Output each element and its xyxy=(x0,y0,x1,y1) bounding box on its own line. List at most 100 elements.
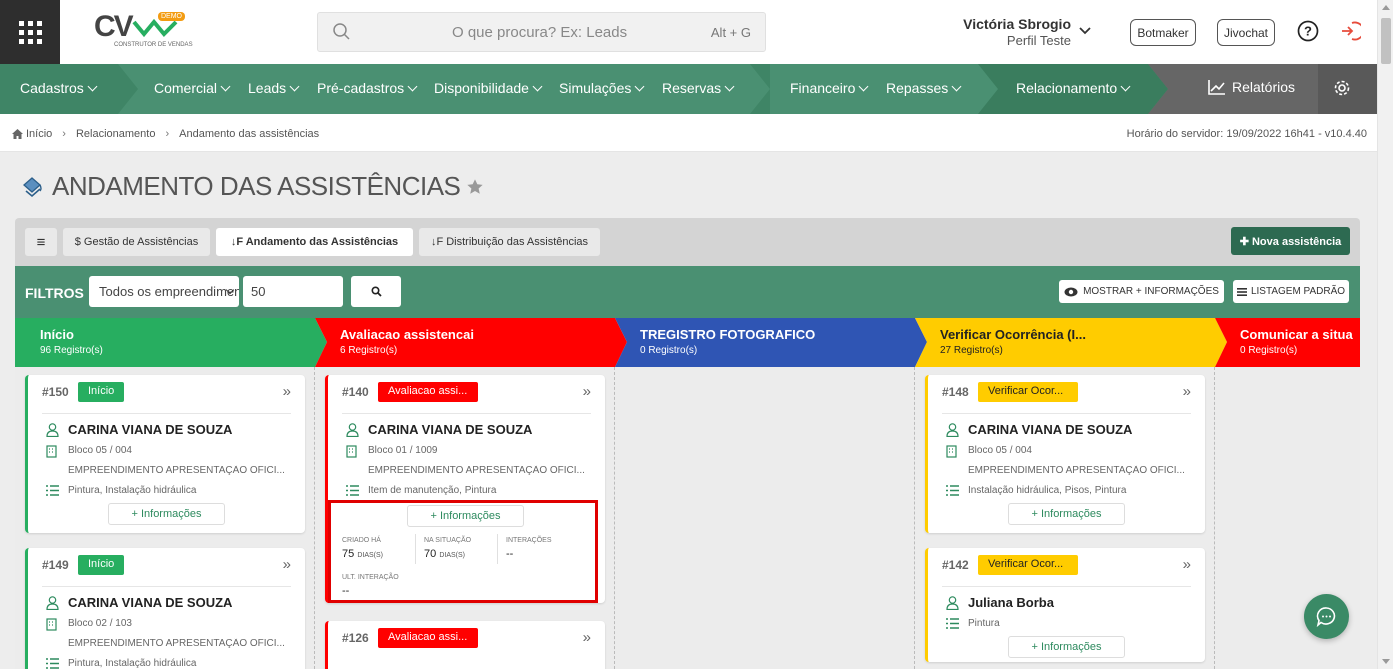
items-text: Pintura xyxy=(968,618,1000,629)
jivochat-button[interactable]: Jivochat xyxy=(1217,19,1275,46)
scroll-thumb[interactable] xyxy=(1381,18,1391,64)
status-badge: Verificar Ocor... xyxy=(978,382,1078,402)
card-number: #126 xyxy=(342,631,369,645)
nav-relacionamento[interactable]: Relacionamento xyxy=(1016,80,1131,96)
enterprise-select-value: Todos os empreendimentos xyxy=(99,284,239,299)
tab-andamento[interactable]: ↓F Andamento das Assistências xyxy=(216,228,413,256)
search-icon xyxy=(333,23,350,40)
help-icon[interactable]: ? xyxy=(1297,20,1319,42)
list-icon xyxy=(946,485,959,496)
items-text: Pintura, Instalação hidráulica xyxy=(68,485,197,496)
quantity-input[interactable]: 50 xyxy=(243,276,343,307)
nav-disponibilidade[interactable]: Disponibilidade xyxy=(434,80,543,96)
breadcrumb-home[interactable]: Início xyxy=(26,128,52,140)
top-header: CV DEMO CONSTRUTOR DE VENDAS O que procu… xyxy=(0,0,1377,64)
nav-repasses[interactable]: Repasses xyxy=(886,80,962,96)
created-value: 75 DIAS(S) xyxy=(342,548,383,560)
items-text: Pintura, Instalação hidráulica xyxy=(68,658,197,669)
default-list-button[interactable]: LISTAGEM PADRÃO xyxy=(1233,280,1349,303)
expand-icon[interactable]: » xyxy=(1183,383,1191,400)
nav-cadastros[interactable]: Cadastros xyxy=(20,80,98,96)
show-info-button[interactable]: MOSTRAR + INFORMAÇÕES xyxy=(1059,280,1224,303)
apps-menu-icon[interactable] xyxy=(0,0,60,64)
chevron-down-icon xyxy=(220,81,231,92)
scroll-up-icon[interactable] xyxy=(1382,5,1390,10)
assistance-card[interactable]: #142 Verificar Ocor... » Juliana Borba P… xyxy=(925,548,1205,662)
nav-label: Cadastros xyxy=(20,80,84,96)
nav-relatorios[interactable]: Relatórios xyxy=(1208,79,1295,95)
chevron-down-icon xyxy=(951,81,962,92)
nav-label: Relacionamento xyxy=(1016,80,1118,96)
more-info-button[interactable]: + Informações xyxy=(108,503,225,525)
star-icon[interactable] xyxy=(466,178,484,196)
tab-distribuicao[interactable]: ↓F Distribuição das Assistências xyxy=(419,228,600,256)
enterprise-text: EMPREENDIMENTO APRESENTAÇÃO OFICI... xyxy=(68,638,285,649)
created-label: CRIADO HÁ xyxy=(342,537,381,544)
expand-icon[interactable]: » xyxy=(583,629,591,646)
user-profile: Perfil Teste xyxy=(1006,33,1071,48)
divider xyxy=(42,586,291,587)
main-nav: Cadastros Comercial Leads Pré-cadastros … xyxy=(0,64,1377,114)
column-count: 6 Registro(s) xyxy=(340,345,398,356)
user-icon xyxy=(946,423,959,437)
expand-icon[interactable]: » xyxy=(1183,556,1191,573)
chevron-down-icon[interactable] xyxy=(1079,26,1091,36)
status-badge: Avaliacao assi... xyxy=(378,382,478,402)
nav-reservas[interactable]: Reservas xyxy=(662,80,735,96)
search-box[interactable]: O que procura? Ex: Leads Alt + G xyxy=(317,12,766,52)
expand-icon[interactable]: » xyxy=(283,556,291,573)
breadcrumb-separator: › xyxy=(62,128,66,140)
svg-text:?: ? xyxy=(1304,24,1312,39)
status-time-unit: DIAS(S) xyxy=(439,552,465,559)
search-button[interactable] xyxy=(351,276,401,307)
filters-bar: FILTROS Todos os empreendimentos 50 MOST… xyxy=(15,266,1360,318)
unit-text: Bloco 05 / 004 xyxy=(68,445,132,456)
assistance-card[interactable]: #148 Verificar Ocor... » CARINA VIANA DE… xyxy=(925,375,1205,533)
items-text: Item de manutenção, Pintura xyxy=(368,485,497,496)
column-inicio: #150 Início » CARINA VIANA DE SOUZA Bloc… xyxy=(15,367,315,669)
search-placeholder: O que procura? Ex: Leads xyxy=(452,24,628,41)
enterprise-select[interactable]: Todos os empreendimentos xyxy=(89,276,239,307)
breadcrumb-relacionamento[interactable]: Relacionamento xyxy=(76,128,156,140)
nav-leads[interactable]: Leads xyxy=(248,80,300,96)
page-scrollbar[interactable] xyxy=(1377,0,1393,669)
logo[interactable]: CV DEMO CONSTRUTOR DE VENDAS xyxy=(92,10,193,50)
botmaker-button[interactable]: Botmaker xyxy=(1130,19,1196,46)
more-info-button[interactable]: + Informações xyxy=(1008,503,1125,525)
column-title: Verificar Ocorrência (I... xyxy=(940,327,1086,342)
nav-financeiro[interactable]: Financeiro xyxy=(790,80,869,96)
nav-pre-cadastros[interactable]: Pré-cadastros xyxy=(317,80,418,96)
tab-gestao[interactable]: $ Gestão de Assistências xyxy=(63,228,210,256)
assistance-card[interactable]: #150 Início » CARINA VIANA DE SOUZA Bloc… xyxy=(25,375,305,533)
nav-simulacoes[interactable]: Simulações xyxy=(559,80,645,96)
user-icon xyxy=(346,423,359,437)
chat-button[interactable] xyxy=(1304,594,1349,639)
logout-icon[interactable] xyxy=(1339,20,1361,42)
user-icon xyxy=(946,596,959,610)
home-icon xyxy=(12,129,23,139)
client-name: CARINA VIANA DE SOUZA xyxy=(68,595,233,610)
scroll-down-icon[interactable] xyxy=(1382,659,1390,664)
chat-bubble-icon xyxy=(1316,607,1336,627)
assistance-card[interactable]: #149 Início » CARINA VIANA DE SOUZA Bloc… xyxy=(25,548,305,669)
column-title: TREGISTRO FOTOGRAFICO xyxy=(640,327,816,342)
page-title: ANDAMENTO DAS ASSISTÊNCIAS xyxy=(52,171,461,201)
card-number: #140 xyxy=(342,385,369,399)
server-time: Horário do servidor: 19/09/2022 16h41 - … xyxy=(1126,128,1367,140)
nav-comercial[interactable]: Comercial xyxy=(154,80,231,96)
new-assistance-button[interactable]: ✚ Nova assistência xyxy=(1231,227,1350,255)
column-header-avaliacao: Avaliacao assistencai 6 Registro(s) xyxy=(315,318,635,367)
expand-icon[interactable]: » xyxy=(283,383,291,400)
nav-label: Financeiro xyxy=(790,80,856,96)
list-icon xyxy=(946,618,959,629)
status-badge: Início xyxy=(78,382,125,402)
more-info-button[interactable]: + Informações xyxy=(1008,636,1125,658)
gear-icon[interactable] xyxy=(1333,79,1351,97)
user-menu[interactable]: Victória Sbrogio Perfil Teste xyxy=(940,16,1071,48)
menu-icon[interactable]: ≡ xyxy=(25,228,57,256)
assistance-card[interactable]: #126 Avaliacao assi... » xyxy=(325,621,605,669)
card-number: #149 xyxy=(42,558,69,572)
card-info-panel: + Informações CRIADO HÁ 75 DIAS(S) NA SI… xyxy=(328,500,598,603)
more-info-button[interactable]: + Informações xyxy=(407,505,524,527)
expand-icon[interactable]: » xyxy=(583,383,591,400)
